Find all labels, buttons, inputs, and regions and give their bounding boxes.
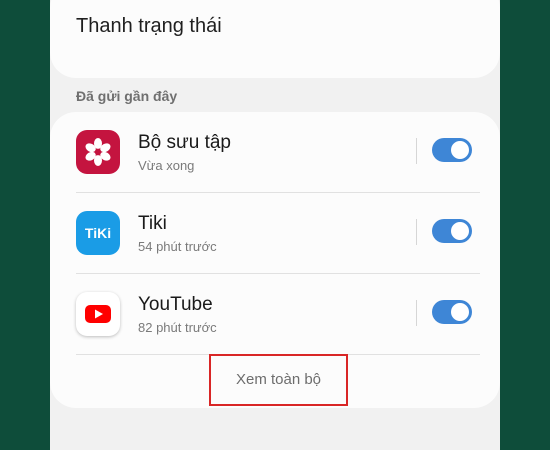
status-bar-settings-item[interactable]: Thanh trạng thái — [50, 0, 500, 78]
app-name: YouTube — [138, 294, 213, 315]
tiki-icon: TiKi — [76, 211, 120, 255]
gallery-toggle[interactable] — [432, 138, 472, 162]
settings-screen: Thanh trạng thái Đã gửi gần đây Bộ sưu t… — [50, 0, 500, 450]
divider — [416, 138, 417, 164]
divider — [416, 300, 417, 326]
tiki-logo-text: TiKi — [84, 225, 112, 241]
tiki-toggle[interactable] — [432, 219, 472, 243]
app-time: 82 phút trước — [138, 320, 217, 335]
app-name: Bộ sưu tập — [138, 132, 231, 153]
app-name: Tiki — [138, 213, 167, 234]
gallery-flower-icon — [76, 130, 120, 174]
view-all-button[interactable]: Xem toàn bộ — [209, 354, 348, 406]
youtube-icon — [76, 292, 120, 336]
status-bar-label: Thanh trạng thái — [76, 15, 222, 37]
app-time: 54 phút trước — [138, 239, 217, 254]
app-row-youtube[interactable]: YouTube 82 phút trước — [50, 274, 500, 354]
youtube-toggle[interactable] — [432, 300, 472, 324]
toggle-knob — [449, 301, 471, 323]
toggle-knob — [449, 139, 471, 161]
recent-section-header: Đã gửi gần đây — [76, 88, 178, 104]
app-time: Vừa xong — [138, 158, 195, 173]
app-row-tiki[interactable]: TiKi Tiki 54 phút trước — [50, 193, 500, 273]
toggle-knob — [449, 220, 471, 242]
app-row-gallery[interactable]: Bộ sưu tập Vừa xong — [50, 112, 500, 192]
divider — [416, 219, 417, 245]
